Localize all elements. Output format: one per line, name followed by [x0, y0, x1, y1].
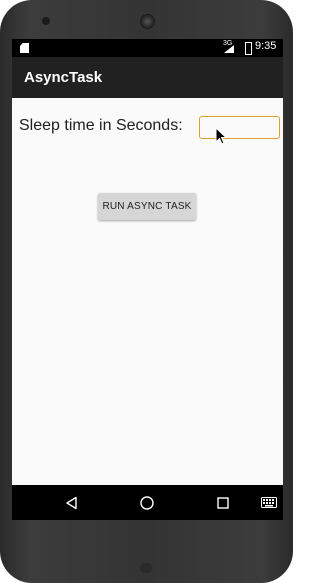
- front-camera: [140, 14, 155, 29]
- main-content: Sleep time in Seconds: RUN ASYNC TASK: [12, 98, 283, 485]
- sleep-time-input[interactable]: [199, 116, 280, 139]
- run-async-task-button[interactable]: RUN ASYNC TASK: [98, 193, 196, 220]
- home-icon[interactable]: [137, 493, 157, 513]
- status-time: 9:35: [255, 40, 277, 52]
- sd-card-icon: [20, 43, 29, 53]
- bottom-sensor: [140, 563, 152, 573]
- recents-icon[interactable]: [213, 493, 233, 513]
- screen: 3G 9:35 AsyncTask Sleep time in Seconds:…: [12, 39, 283, 520]
- back-icon[interactable]: [62, 493, 82, 513]
- battery-icon: [245, 42, 252, 55]
- status-bar: 3G 9:35: [12, 39, 283, 57]
- navigation-bar: [12, 485, 283, 520]
- sleep-time-label: Sleep time in Seconds:: [19, 117, 183, 134]
- keyboard-icon[interactable]: [259, 493, 279, 513]
- speaker: [42, 17, 50, 25]
- app-title: AsyncTask: [24, 69, 103, 86]
- app-bar: AsyncTask: [12, 57, 283, 98]
- signal-label: 3G: [223, 40, 233, 47]
- mouse-pointer-icon: [215, 127, 227, 145]
- phone-frame: 3G 9:35 AsyncTask Sleep time in Seconds:…: [0, 0, 293, 583]
